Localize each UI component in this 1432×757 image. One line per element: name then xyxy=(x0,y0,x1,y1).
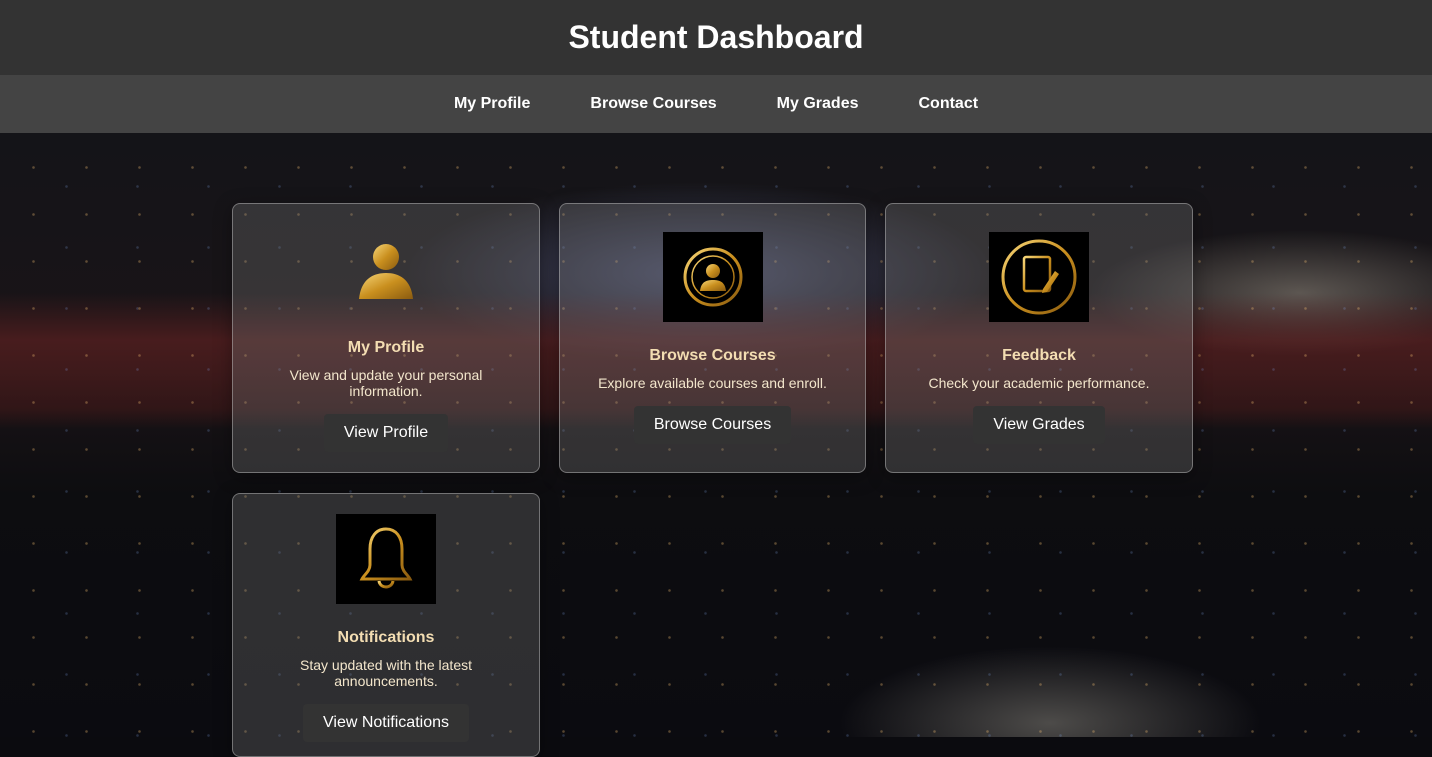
feedback-card: Feedback Check your academic performance… xyxy=(885,203,1193,473)
view-grades-button[interactable]: View Grades xyxy=(973,406,1105,444)
document-edit-icon xyxy=(989,232,1089,322)
courses-card: Browse Courses Explore available courses… xyxy=(559,203,866,473)
card-description: Explore available courses and enroll. xyxy=(598,375,827,391)
card-title: Feedback xyxy=(1002,347,1076,364)
nav-my-grades[interactable]: My Grades xyxy=(777,95,859,113)
view-notifications-button[interactable]: View Notifications xyxy=(303,704,469,742)
bell-icon xyxy=(336,514,436,604)
nav-browse-courses[interactable]: Browse Courses xyxy=(590,95,716,113)
user-circle-icon xyxy=(662,232,763,322)
browse-courses-button[interactable]: Browse Courses xyxy=(633,406,792,444)
page-title: Student Dashboard xyxy=(568,19,864,55)
notifications-card: Notifications Stay updated with the late… xyxy=(232,493,540,757)
view-profile-button[interactable]: View Profile xyxy=(323,414,449,452)
nav-contact[interactable]: Contact xyxy=(918,95,978,113)
card-title: My Profile xyxy=(347,339,425,356)
card-description: Stay updated with the latest announcemen… xyxy=(300,657,472,689)
user-icon xyxy=(351,239,421,304)
card-title: Notifications xyxy=(337,629,435,646)
card-description: Check your academic performance. xyxy=(928,375,1150,391)
main-nav: My Profile Browse Courses My Grades Cont… xyxy=(0,75,1432,133)
card-description: View and update your personal informatio… xyxy=(289,367,483,399)
page-header: Student Dashboard xyxy=(0,0,1432,75)
profile-card: My Profile View and update your personal… xyxy=(232,203,540,473)
nav-my-profile[interactable]: My Profile xyxy=(454,95,530,113)
card-title: Browse Courses xyxy=(649,347,776,364)
